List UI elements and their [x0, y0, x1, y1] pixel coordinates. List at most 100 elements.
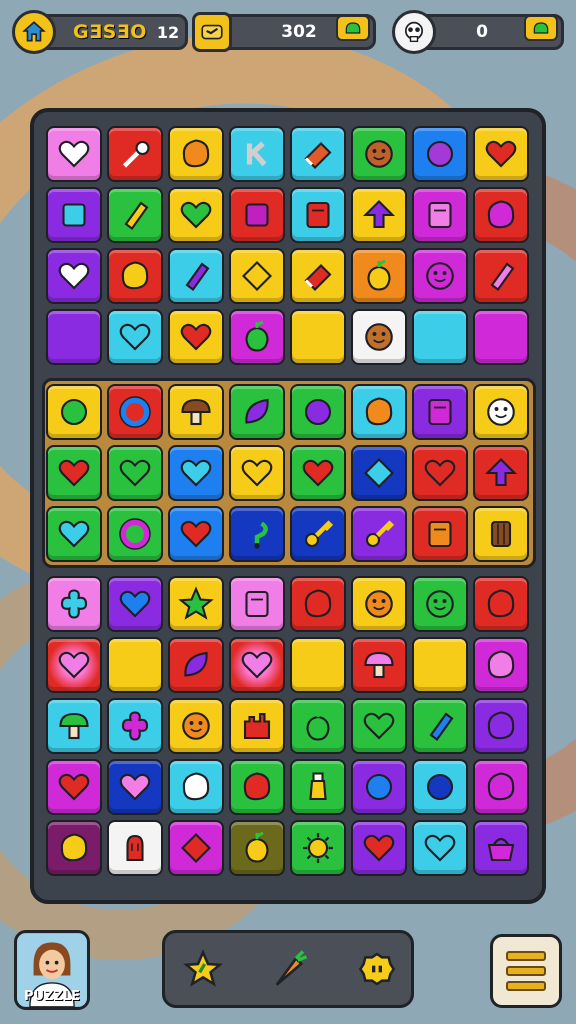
board-tile[interactable] — [290, 759, 346, 815]
board-tile[interactable] — [412, 445, 468, 501]
board-tile[interactable] — [473, 445, 529, 501]
board-tile[interactable] — [351, 445, 407, 501]
puzzle-avatar-button[interactable]: PUZZLE — [14, 930, 90, 1010]
board-tile[interactable] — [229, 126, 285, 182]
board-tile[interactable] — [473, 820, 529, 876]
board-tile[interactable] — [473, 506, 529, 562]
board-tile[interactable] — [168, 309, 224, 365]
board-tile[interactable] — [351, 820, 407, 876]
board-tile[interactable] — [107, 759, 163, 815]
board-tile[interactable] — [412, 759, 468, 815]
board-tile[interactable] — [107, 698, 163, 754]
board-tile[interactable] — [46, 637, 102, 693]
board-tile[interactable] — [46, 187, 102, 243]
board-tile[interactable] — [290, 309, 346, 365]
board-tile[interactable] — [351, 126, 407, 182]
board-tile[interactable] — [473, 187, 529, 243]
board-tile[interactable] — [473, 309, 529, 365]
board-tile[interactable] — [229, 698, 285, 754]
board-tile[interactable] — [351, 187, 407, 243]
board-tile[interactable] — [168, 126, 224, 182]
board-tile[interactable] — [229, 820, 285, 876]
board-tile[interactable] — [46, 506, 102, 562]
board-tile[interactable] — [229, 187, 285, 243]
board-tile[interactable] — [107, 126, 163, 182]
cookie-booster-button[interactable] — [353, 945, 401, 993]
board-tile[interactable] — [46, 759, 102, 815]
board-tile[interactable] — [290, 126, 346, 182]
board-tile[interactable] — [46, 384, 102, 440]
board-tile[interactable] — [351, 698, 407, 754]
board-tile[interactable] — [412, 506, 468, 562]
board-tile[interactable] — [412, 576, 468, 632]
board-tile[interactable] — [473, 637, 529, 693]
board-tile[interactable] — [351, 384, 407, 440]
board-tile[interactable] — [46, 248, 102, 304]
board-tile[interactable] — [107, 187, 163, 243]
board-tile[interactable] — [229, 384, 285, 440]
board-tile[interactable] — [46, 576, 102, 632]
board-tile[interactable] — [290, 187, 346, 243]
board-tile[interactable] — [473, 384, 529, 440]
board-tile[interactable] — [412, 820, 468, 876]
board-tile[interactable] — [412, 637, 468, 693]
board-tile[interactable] — [107, 309, 163, 365]
board-tile[interactable] — [351, 248, 407, 304]
board-tile[interactable] — [107, 506, 163, 562]
board-tile[interactable] — [412, 187, 468, 243]
menu-button[interactable] — [490, 934, 562, 1008]
board-tile[interactable] — [290, 576, 346, 632]
board-tile[interactable] — [107, 248, 163, 304]
board-tile[interactable] — [290, 248, 346, 304]
board-tile[interactable] — [168, 506, 224, 562]
board-tile[interactable] — [290, 820, 346, 876]
board-tile[interactable] — [168, 187, 224, 243]
board-tile[interactable] — [351, 759, 407, 815]
board-tile[interactable] — [46, 126, 102, 182]
score-add-button[interactable] — [336, 15, 370, 41]
board-tile[interactable] — [168, 576, 224, 632]
board-tile[interactable] — [473, 248, 529, 304]
board-tile[interactable] — [168, 384, 224, 440]
board-tile[interactable] — [412, 698, 468, 754]
board-tile[interactable] — [168, 698, 224, 754]
board-tile[interactable] — [351, 637, 407, 693]
board-tile[interactable] — [46, 698, 102, 754]
board-tile[interactable] — [229, 445, 285, 501]
board-tile[interactable] — [351, 506, 407, 562]
board-tile[interactable] — [229, 309, 285, 365]
board-tile[interactable] — [229, 576, 285, 632]
board-tile[interactable] — [412, 384, 468, 440]
board-tile[interactable] — [107, 384, 163, 440]
board-tile[interactable] — [351, 309, 407, 365]
carrot-booster-button[interactable] — [265, 945, 313, 993]
board-tile[interactable] — [168, 759, 224, 815]
board-tile[interactable] — [351, 576, 407, 632]
board-tile[interactable] — [46, 309, 102, 365]
lives-add-button[interactable] — [524, 15, 558, 41]
board-tile[interactable] — [107, 445, 163, 501]
board-tile[interactable] — [473, 698, 529, 754]
board-tile[interactable] — [168, 820, 224, 876]
home-button[interactable] — [12, 10, 56, 54]
board-tile[interactable] — [473, 126, 529, 182]
board-tile[interactable] — [290, 384, 346, 440]
board-tile[interactable] — [290, 506, 346, 562]
board-tile[interactable] — [107, 820, 163, 876]
board-tile[interactable] — [107, 576, 163, 632]
board-tile[interactable] — [290, 637, 346, 693]
board-tile[interactable] — [412, 248, 468, 304]
board-tile[interactable] — [290, 698, 346, 754]
board-tile[interactable] — [412, 126, 468, 182]
board-tile[interactable] — [229, 637, 285, 693]
board-tile[interactable] — [107, 637, 163, 693]
board-tile[interactable] — [473, 576, 529, 632]
board-tile[interactable] — [168, 637, 224, 693]
board-tile[interactable] — [46, 445, 102, 501]
board-tile[interactable] — [229, 759, 285, 815]
board-tile[interactable] — [168, 248, 224, 304]
board-tile[interactable] — [229, 506, 285, 562]
board-tile[interactable] — [229, 248, 285, 304]
star-booster-button[interactable] — [179, 945, 227, 993]
board-tile[interactable] — [290, 445, 346, 501]
